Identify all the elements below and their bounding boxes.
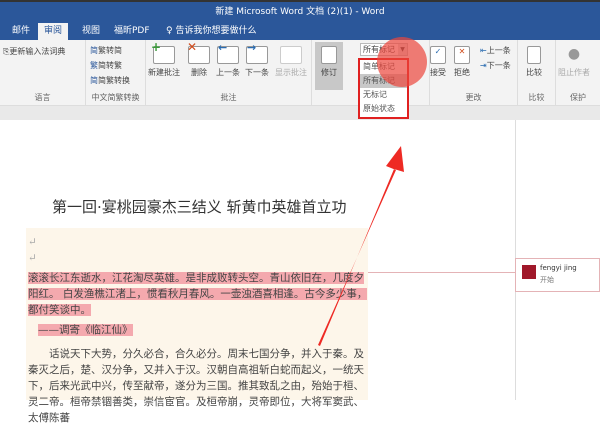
arrow-icon [318, 146, 404, 346]
annotation-arrow [318, 146, 404, 346]
